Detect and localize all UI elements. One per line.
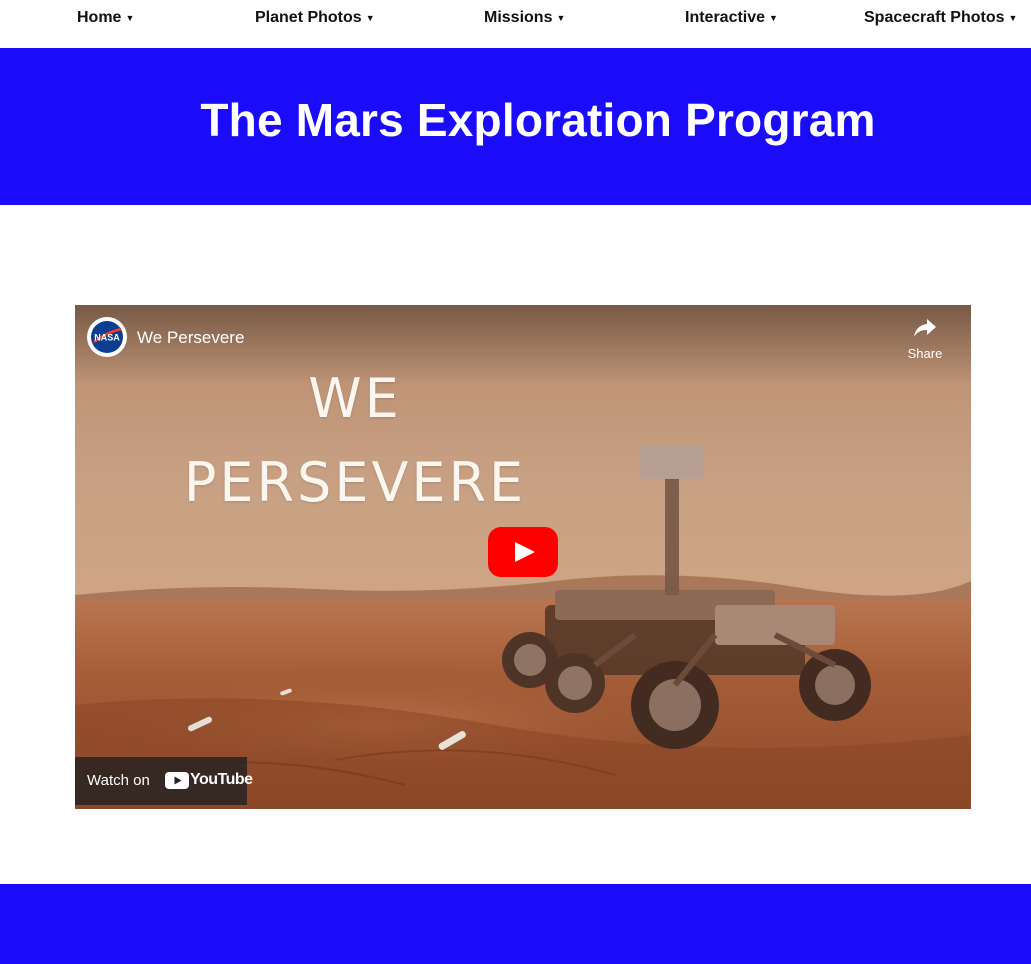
nav-item-planet-photos[interactable]: Planet Photos ▼ — [255, 9, 375, 27]
top-nav: Home ▼ Planet Photos ▼ Missions ▼ Interacti… — [0, 0, 1031, 48]
video-overlay-line1: WE — [308, 367, 402, 430]
video-overlay-line2: PERSEVERE — [183, 451, 527, 514]
nav-item-missions[interactable]: Missions ▼ — [484, 9, 565, 27]
play-icon — [488, 527, 558, 577]
nasa-logo[interactable]: NASA — [87, 317, 127, 357]
chevron-down-icon: ▼ — [125, 13, 135, 23]
nasa-logo-text: NASA — [94, 333, 120, 343]
chevron-down-icon: ▼ — [769, 13, 778, 23]
watch-on-youtube-button[interactable]: Watch on YouTube — [75, 757, 253, 805]
page-title: The Mars Exploration Program — [200, 94, 876, 146]
nav-item-label: Home — [77, 9, 122, 26]
share-button[interactable]: Share — [901, 317, 949, 361]
chevron-down-icon: ▼ — [556, 13, 566, 23]
share-label: Share — [907, 346, 943, 361]
nav-item-label: Interactive — [685, 9, 766, 26]
nav-item-label: Missions — [484, 9, 553, 26]
nav-item-label: Spacecraft Photos — [864, 9, 1005, 26]
play-button[interactable] — [488, 527, 558, 577]
header-banner: The Mars Exploration Program — [0, 48, 1031, 205]
chevron-down-icon: ▼ — [365, 13, 375, 23]
footer-band — [0, 884, 1031, 964]
nav-item-interactive[interactable]: Interactive ▼ — [685, 9, 778, 27]
nasa-logo-mark: NASA — [91, 321, 123, 353]
youtube-icon — [165, 772, 189, 789]
watch-on-label: Watch on — [87, 772, 150, 789]
youtube-wordmark: YouTube — [190, 771, 253, 788]
video-title[interactable]: We Persevere — [137, 328, 244, 348]
share-icon — [914, 319, 936, 337]
nav-item-home[interactable]: Home ▼ — [77, 9, 134, 27]
nav-item-spacecraft-photos[interactable]: Spacecraft Photos ▼ — [864, 9, 1017, 27]
chevron-down-icon: ▼ — [1008, 13, 1018, 23]
nav-item-label: Planet Photos — [255, 9, 362, 26]
youtube-video-embed[interactable]: NASA We Persevere Share WE PERSEVERE Wat… — [75, 305, 971, 809]
